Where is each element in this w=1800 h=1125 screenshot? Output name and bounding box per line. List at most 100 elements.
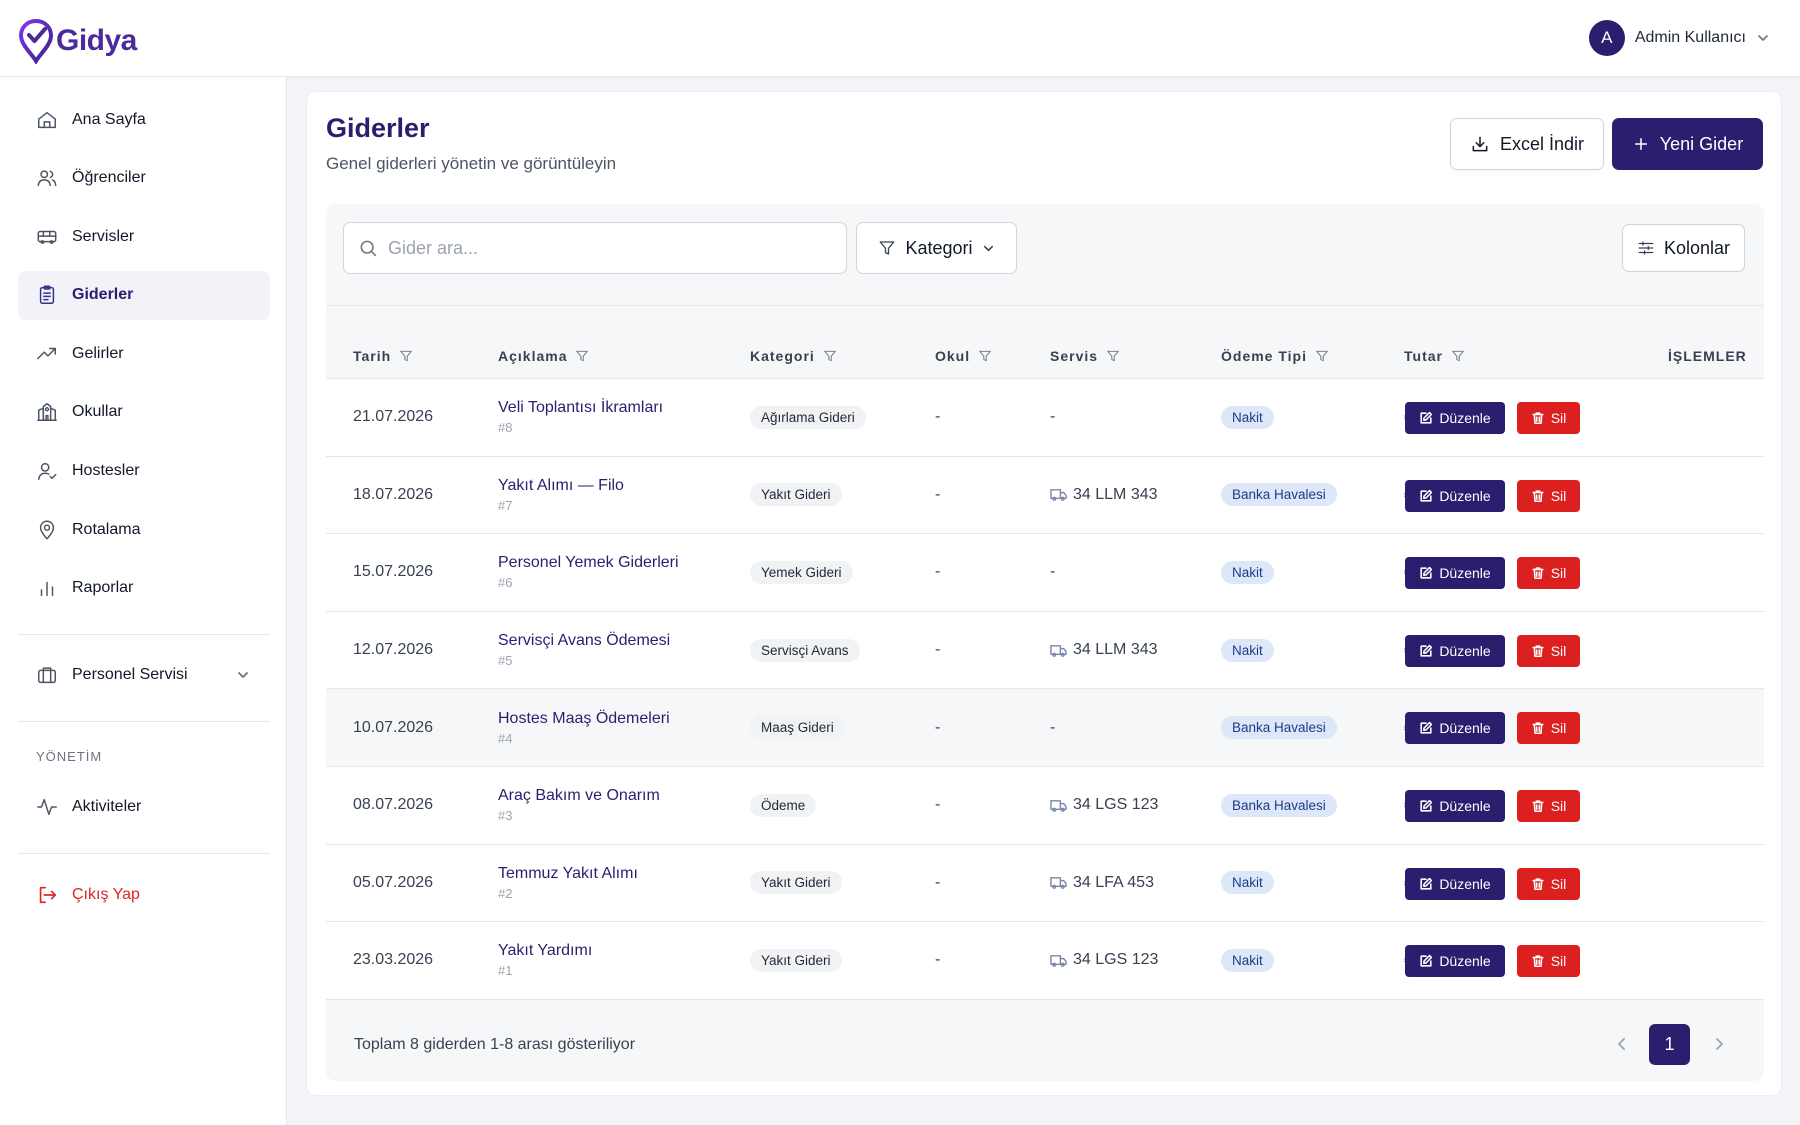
edit-button[interactable]: Düzenle xyxy=(1405,945,1505,978)
trash-icon xyxy=(1532,955,1544,968)
table-row[interactable]: 08.07.2026 Araç Bakım ve Onarım #3 Ödeme… xyxy=(326,766,1764,845)
avatar: A xyxy=(1588,20,1625,56)
edit-button[interactable]: Düzenle xyxy=(1405,712,1505,745)
table-row[interactable]: 23.03.2026 Yakıt Yardımı #1 Yakıt Gideri… xyxy=(326,922,1764,1000)
table-row[interactable]: 15.07.2026 Personel Yemek Giderleri #6 Y… xyxy=(326,534,1764,612)
table-row[interactable]: 10.07.2026 Hostes Maaş Ödemeleri #4 Maaş… xyxy=(326,689,1764,767)
chevron-right-icon[interactable] xyxy=(1709,1034,1729,1054)
column-header-tutar[interactable]: Tutar xyxy=(1404,348,1465,364)
delete-button[interactable]: Sil xyxy=(1517,634,1580,667)
chevron-down-icon xyxy=(238,672,248,678)
logout-button[interactable]: Çıkış Yap xyxy=(18,873,270,917)
expense-title[interactable]: Personel Yemek Giderleri xyxy=(498,554,679,572)
expense-title[interactable]: Araç Bakım ve Onarım xyxy=(498,787,660,805)
columns-label: Kolonlar xyxy=(1663,237,1731,258)
columns-button[interactable]: Kolonlar xyxy=(1622,224,1745,272)
column-header-label: Ödeme Tipi xyxy=(1221,348,1307,364)
expense-title[interactable]: Hostes Maaş Ödemeleri xyxy=(498,710,670,728)
cell-description[interactable]: Yakıt Alımı — Filo #7 xyxy=(498,457,624,534)
cell-category: Ödeme xyxy=(750,767,817,844)
sidebar-item-rotalama[interactable]: Rotalama xyxy=(18,505,270,554)
pagination-current-page[interactable]: 1 xyxy=(1649,1024,1690,1065)
cell-school: - xyxy=(935,408,941,426)
excel-download-button[interactable]: Excel İndir xyxy=(1450,118,1604,170)
users-icon xyxy=(37,170,57,187)
delete-button[interactable]: Sil xyxy=(1517,557,1580,590)
column-header-odeme-tipi[interactable]: Ödeme Tipi xyxy=(1221,348,1329,364)
search-input[interactable] xyxy=(388,237,828,259)
cell-description[interactable]: Araç Bakım ve Onarım #3 xyxy=(498,767,660,844)
chevron-left-icon[interactable] xyxy=(1612,1034,1632,1054)
sidebar-item-servisler[interactable]: Servisler xyxy=(18,212,270,261)
edit-button[interactable]: Düzenle xyxy=(1405,867,1505,900)
category-filter-button[interactable]: Kategori xyxy=(856,222,1017,274)
cell-description[interactable]: Personel Yemek Giderleri #6 xyxy=(498,534,679,611)
cell-description[interactable]: Veli Toplantısı İkramları #8 xyxy=(498,379,663,456)
filter-icon[interactable] xyxy=(1315,349,1329,363)
filter-icon[interactable] xyxy=(399,349,413,363)
delete-button[interactable]: Sil xyxy=(1517,402,1580,434)
column-header-okul[interactable]: Okul xyxy=(935,348,992,364)
category-badge: Maaş Gideri xyxy=(750,716,845,740)
edit-button[interactable]: Düzenle xyxy=(1405,789,1505,822)
filter-icon[interactable] xyxy=(823,349,837,363)
new-expense-button[interactable]: Yeni Gider xyxy=(1612,118,1763,170)
edit-button[interactable]: Düzenle xyxy=(1405,634,1505,667)
pagination-summary: Toplam 8 giderden 1-8 arası gösteriliyor xyxy=(354,1036,636,1053)
sidebar-item-giderler[interactable]: Giderler xyxy=(18,270,270,320)
sidebar-item-aktiviteler[interactable]: Aktiviteler xyxy=(18,785,270,829)
sidebar-item-ana-sayfa[interactable]: Ana Sayfa xyxy=(18,95,270,144)
sidebar-item-raporlar[interactable]: Raporlar xyxy=(18,564,270,613)
edit-button[interactable]: Düzenle xyxy=(1405,479,1505,512)
delete-button[interactable]: Sil xyxy=(1517,867,1580,900)
page-title: Giderler xyxy=(326,113,430,143)
edit-button[interactable]: Düzenle xyxy=(1405,402,1505,434)
delete-button[interactable]: Sil xyxy=(1517,712,1580,745)
expense-title[interactable]: Yakıt Alımı — Filo xyxy=(498,477,624,495)
cell-description[interactable]: Temmuz Yakıt Alımı #2 xyxy=(498,845,638,922)
cell-description[interactable]: Hostes Maaş Ödemeleri #4 xyxy=(498,689,670,766)
sidebar-group-personel-servisi[interactable]: Personel Servisi xyxy=(18,653,270,697)
sidebar-item-label: Rotalama xyxy=(72,520,141,538)
filter-icon[interactable] xyxy=(575,349,589,363)
sidebar-item-okullar[interactable]: Okullar xyxy=(18,388,270,437)
delete-button[interactable]: Sil xyxy=(1517,789,1580,822)
sidebar-item-gelirler[interactable]: Gelirler xyxy=(18,329,270,378)
delete-button[interactable]: Sil xyxy=(1517,479,1580,512)
expense-title[interactable]: Veli Toplantısı İkramları xyxy=(498,399,663,417)
user-menu[interactable]: A Admin Kullanıcı xyxy=(1588,20,1770,56)
expense-title[interactable]: Temmuz Yakıt Alımı xyxy=(498,865,638,883)
column-header-islemler: İŞLEMLER xyxy=(1668,348,1747,364)
column-header-tarih[interactable]: Tarih xyxy=(353,348,413,364)
table-row[interactable]: 18.07.2026 Yakıt Alımı — Filo #7 Yakıt G… xyxy=(326,456,1764,535)
filter-icon[interactable] xyxy=(978,349,992,363)
search-box[interactable] xyxy=(343,222,847,274)
payment-badge: Banka Havalesi xyxy=(1221,483,1337,507)
category-badge: Servisçi Avans xyxy=(750,638,860,662)
filter-icon[interactable] xyxy=(1106,349,1120,363)
expense-title[interactable]: Servisçi Avans Ödemesi xyxy=(498,632,670,650)
cell-service: 34 LFA 453 xyxy=(1050,845,1154,922)
table-row[interactable]: 05.07.2026 Temmuz Yakıt Alımı #2 Yakıt G… xyxy=(326,844,1764,923)
logo[interactable]: Gidya xyxy=(18,18,137,64)
edit-button[interactable]: Düzenle xyxy=(1405,557,1505,590)
expense-title[interactable]: Yakıt Yardımı xyxy=(498,942,592,960)
cell-date: 15.07.2026 xyxy=(353,563,434,581)
table-row[interactable]: 12.07.2026 Servisçi Avans Ödemesi #5 Ser… xyxy=(326,611,1764,690)
service-plate: 34 LLM 343 xyxy=(1073,485,1158,503)
filter-icon[interactable] xyxy=(1451,349,1465,363)
cell-category: Yakıt Gideri xyxy=(750,922,842,999)
cell-payment-type: Nakit xyxy=(1221,379,1274,456)
delete-button[interactable]: Sil xyxy=(1517,945,1580,978)
column-header-servis[interactable]: Servis xyxy=(1050,348,1120,364)
cell-description[interactable]: Servisçi Avans Ödemesi #5 xyxy=(498,612,670,689)
edit-icon xyxy=(1420,489,1433,502)
table-row[interactable]: 21.07.2026 Veli Toplantısı İkramları #8 … xyxy=(326,379,1764,457)
service-plate: - xyxy=(1050,718,1056,736)
page-subtitle: Genel giderleri yönetin ve görüntüleyin xyxy=(326,154,617,173)
column-header-aciklama[interactable]: Açıklama xyxy=(498,348,589,364)
cell-description[interactable]: Yakıt Yardımı #1 xyxy=(498,922,592,999)
sidebar-item-hostesler[interactable]: Hostesler xyxy=(18,447,270,496)
sidebar-item-ogrenciler[interactable]: Öğrenciler xyxy=(18,154,270,203)
column-header-kategori[interactable]: Kategori xyxy=(750,348,837,364)
